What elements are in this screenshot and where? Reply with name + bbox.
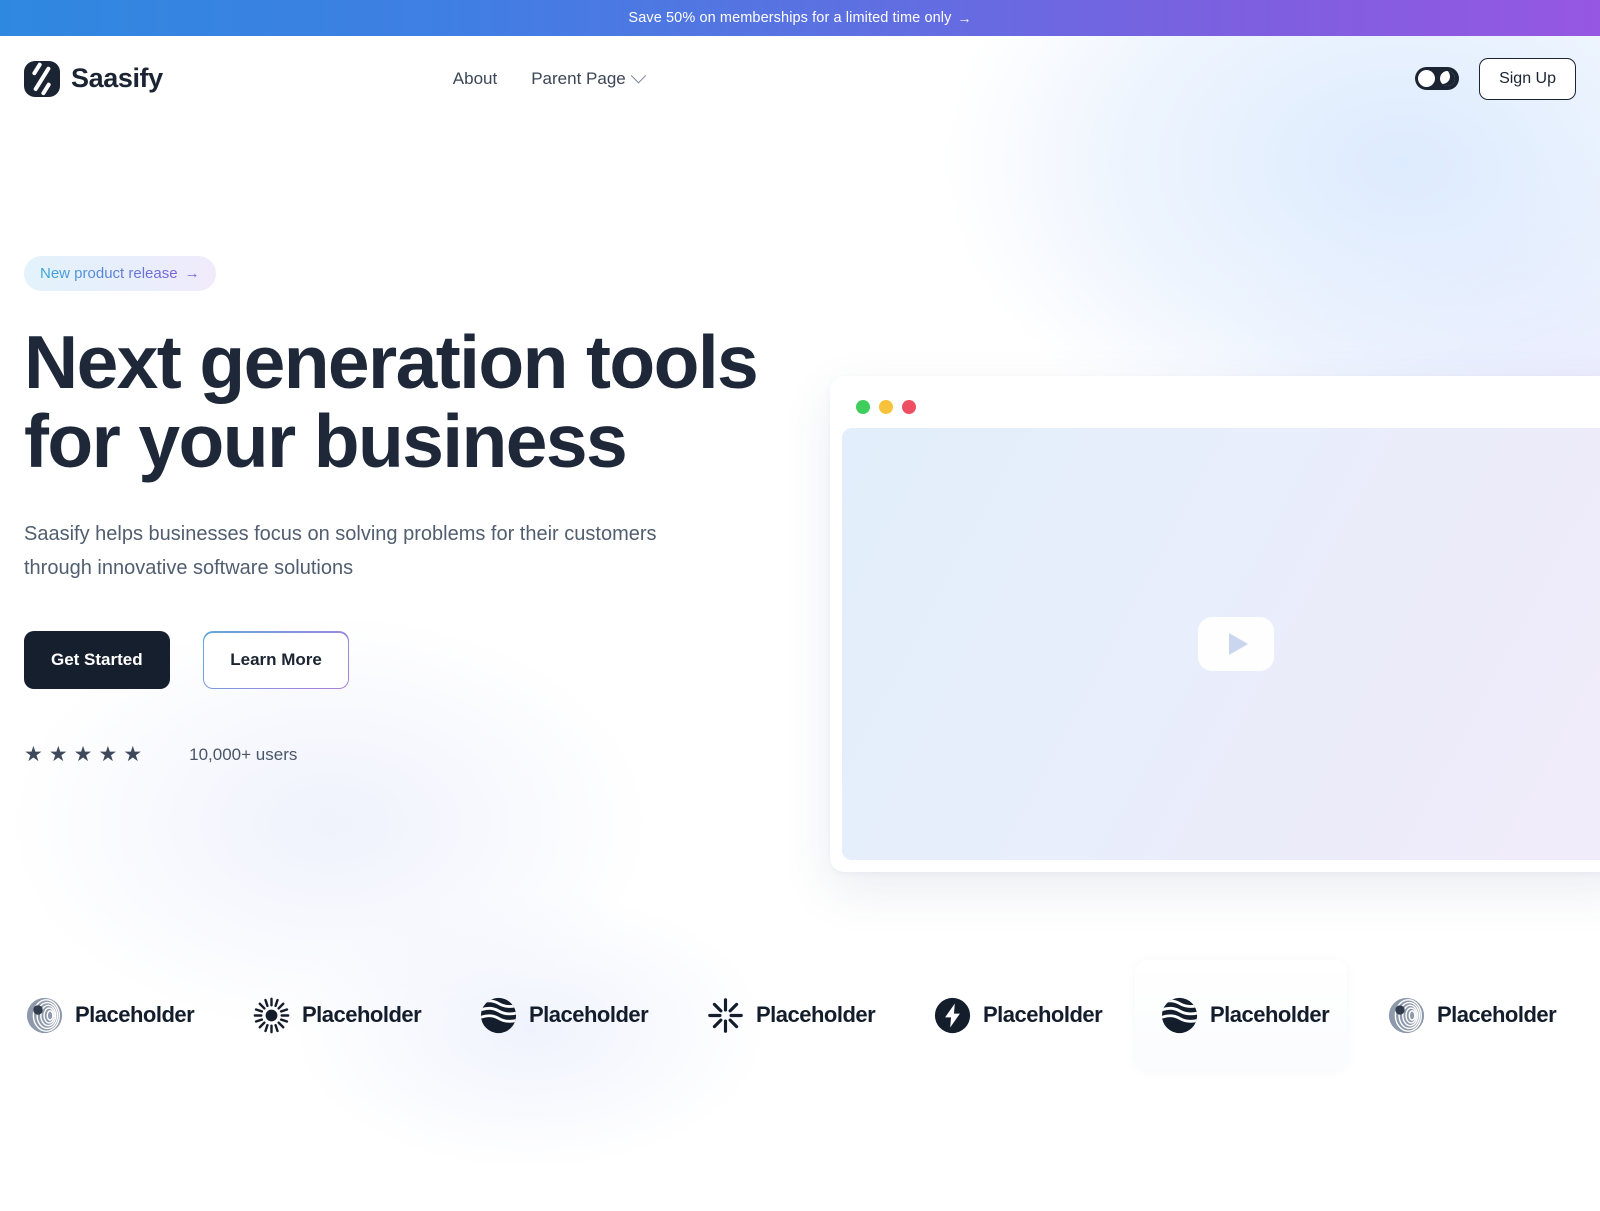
sunburst-icon [253, 997, 290, 1033]
learn-more-button-label: Learn More [204, 632, 348, 688]
logo-label: Placeholder [983, 1002, 1103, 1027]
window-controls [842, 388, 1600, 428]
cta-row: Get Started Learn More [24, 631, 784, 690]
sign-up-button[interactable]: Sign Up [1479, 57, 1576, 100]
main-navigation: About Parent Page [453, 67, 647, 89]
minimize-dot[interactable] [856, 400, 870, 414]
brand-logo-link[interactable]: Saasify [24, 60, 163, 97]
page-title-line-2: for your business [24, 398, 628, 483]
logo-strip: Placeholder Placeholder Placeholder Plac… [0, 960, 1600, 1070]
arrow-right-icon: → [184, 265, 200, 282]
arrow-right-icon: → [957, 10, 972, 26]
star-icon: ★ [98, 743, 118, 767]
logo-item[interactable]: Placeholder [480, 997, 707, 1034]
logo-label: Placeholder [1210, 1002, 1330, 1027]
nav-item-label: Parent Page [531, 68, 626, 88]
new-release-badge[interactable]: New product release → [24, 256, 216, 291]
bolt-circle-icon [934, 997, 971, 1033]
new-release-badge-label: New product release [40, 265, 178, 282]
hero-content: New product release → Next generation to… [24, 121, 784, 765]
logo-item[interactable]: Placeholder [707, 997, 934, 1034]
star-icon: ★ [73, 743, 93, 767]
wave-dome-icon [1161, 997, 1198, 1033]
logo-label: Placeholder [75, 1002, 195, 1027]
play-icon [1228, 633, 1248, 655]
wave-dome-icon [480, 997, 517, 1033]
announcement-banner[interactable]: Save 50% on memberships for a limited ti… [0, 0, 1600, 36]
hero-subtitle: Saasify helps businesses focus on solvin… [24, 522, 657, 579]
page-title: Next generation tools for your business [24, 323, 764, 481]
spiral-icon [26, 997, 63, 1033]
toggle-knob [1418, 70, 1436, 87]
rating-stars: ★ ★ ★ ★ ★ [24, 744, 142, 765]
landing-page: Save 50% on memberships for a limited ti… [0, 0, 1600, 1211]
logo-label: Placeholder [302, 1002, 422, 1027]
logo-label: Placeholder [1437, 1002, 1557, 1027]
site-header: Saasify About Parent Page Sign Up [0, 36, 1600, 121]
star-icon: ★ [48, 743, 68, 767]
nav-item-parent-page[interactable]: Parent Page [531, 67, 647, 89]
page-title-line-1: Next generation tools [24, 320, 759, 404]
close-dot[interactable] [902, 400, 916, 414]
logo-item[interactable]: Placeholder [1161, 997, 1388, 1034]
moon-icon [1440, 71, 1456, 86]
saasify-slash-mark-icon [24, 60, 60, 97]
logo-item[interactable]: Placeholder [1388, 997, 1600, 1034]
hero-media [830, 376, 1600, 872]
hero-section: New product release → Next generation to… [0, 121, 1600, 872]
announcement-link[interactable]: Save 50% on memberships for a limited ti… [628, 10, 971, 26]
nav-item-label: About [452, 68, 498, 88]
spiral-icon [1388, 997, 1425, 1033]
video-placeholder[interactable] [842, 428, 1600, 860]
chevron-down-icon [630, 67, 647, 84]
star-icon: ★ [123, 743, 143, 767]
star-icon: ★ [24, 743, 43, 767]
logo-item[interactable]: Placeholder [26, 997, 253, 1034]
learn-more-button[interactable]: Learn More [202, 631, 350, 690]
nav-item-about[interactable]: About [453, 69, 497, 89]
browser-mockup [830, 376, 1600, 872]
logo-label: Placeholder [756, 1002, 876, 1027]
logo-item[interactable]: Placeholder [253, 997, 480, 1034]
asterisk-icon [708, 997, 743, 1033]
brand-name: Saasify [71, 63, 163, 93]
get-started-button[interactable]: Get Started [24, 631, 170, 690]
dark-mode-toggle[interactable] [1415, 67, 1460, 90]
header-actions: Sign Up [1415, 57, 1576, 100]
announcement-text: Save 50% on memberships for a limited ti… [628, 10, 952, 26]
users-count-label: 10,000+ users [189, 744, 298, 764]
logo-label: Placeholder [529, 1002, 649, 1027]
maximize-dot[interactable] [879, 400, 893, 414]
social-proof: ★ ★ ★ ★ ★ 10,000+ users [24, 744, 784, 765]
logo-item[interactable]: Placeholder [934, 997, 1161, 1034]
play-button[interactable] [1198, 617, 1274, 671]
